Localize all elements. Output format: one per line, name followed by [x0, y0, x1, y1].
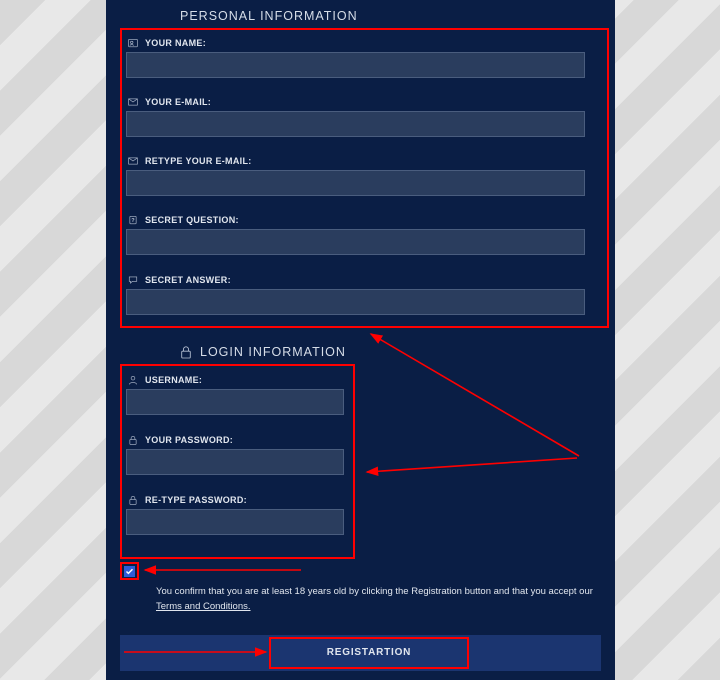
retype-password-label: RE-TYPE PASSWORD: — [126, 495, 344, 505]
lock-icon — [128, 495, 138, 505]
retype-email-input[interactable] — [126, 170, 585, 196]
login-info-heading: LOGIN INFORMATION — [180, 345, 346, 359]
question-icon: ? — [128, 215, 138, 225]
email-input[interactable] — [126, 111, 585, 137]
name-label: YOUR NAME: — [126, 38, 585, 48]
password-label: YOUR PASSWORD: — [126, 435, 344, 445]
terms-link[interactable]: Terms and Conditions. — [156, 601, 251, 612]
contact-card-icon — [128, 38, 138, 48]
arrow-to-register — [120, 645, 275, 659]
register-button[interactable]: REGISTARTION — [269, 637, 469, 669]
secret-answer-input[interactable] — [126, 289, 585, 315]
password-input[interactable] — [126, 449, 344, 475]
retype-email-label: RETYPE YOUR E-MAIL: — [126, 156, 585, 166]
email-label: YOUR E-MAIL: — [126, 97, 585, 107]
secret-answer-label: SECRET ANSWER: — [126, 275, 585, 285]
svg-text:?: ? — [131, 218, 135, 224]
arrow-to-login — [359, 450, 589, 480]
name-input[interactable] — [126, 52, 585, 78]
secret-question-label: ? SECRET QUESTION: — [126, 215, 585, 225]
speech-bubble-icon — [128, 275, 138, 285]
retype-password-input[interactable] — [126, 509, 344, 535]
username-input[interactable] — [126, 389, 344, 415]
envelope-icon — [128, 156, 138, 166]
arrow-to-checkbox — [139, 563, 309, 577]
username-label: USERNAME: — [126, 375, 344, 385]
secret-question-input[interactable] — [126, 229, 585, 255]
lock-icon — [180, 345, 192, 359]
checkmark-icon — [125, 567, 134, 576]
envelope-icon — [128, 97, 138, 107]
user-icon — [128, 375, 138, 385]
personal-info-heading: PERSONAL INFORMATION — [180, 9, 358, 23]
arrow-to-personal — [361, 328, 591, 463]
lock-icon — [128, 435, 138, 445]
terms-checkbox[interactable] — [124, 566, 135, 577]
confirm-text: You confirm that you are at least 18 yea… — [156, 584, 606, 614]
